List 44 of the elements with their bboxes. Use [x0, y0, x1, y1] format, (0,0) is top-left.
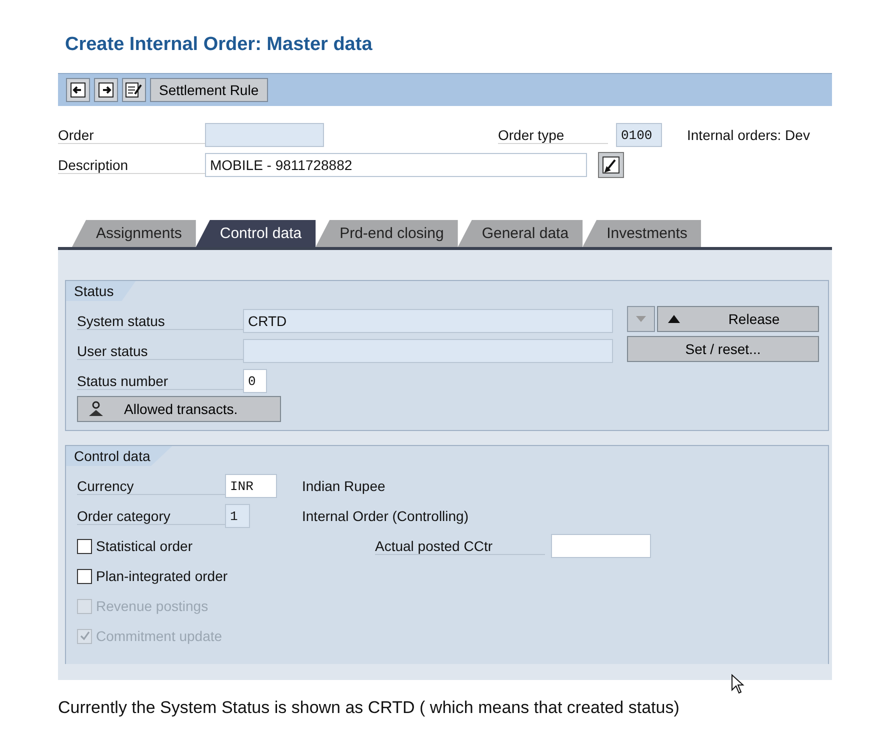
order-field[interactable]	[205, 123, 324, 147]
group-title: Status	[66, 281, 136, 301]
group-title: Control data	[66, 446, 172, 466]
next-document-icon[interactable]	[94, 78, 118, 102]
allowed-transactions-button[interactable]: Allowed transacts.	[77, 396, 281, 422]
description-field[interactable]: MOBILE - 9811728882	[205, 153, 587, 177]
person-icon	[88, 401, 104, 417]
system-status-field[interactable]: CRTD	[243, 309, 613, 333]
field-label: User status	[77, 342, 243, 360]
field-label: Status number	[77, 372, 243, 390]
checkbox[interactable]	[77, 568, 92, 584]
order-category-field[interactable]: 1	[225, 504, 250, 528]
settlement-rule-button[interactable]: Settlement Rule	[150, 78, 268, 102]
checkbox[interactable]	[77, 538, 92, 554]
order-type-field[interactable]: 0100	[616, 123, 662, 147]
edit-text-icon[interactable]	[598, 152, 624, 178]
field-label: System status	[77, 312, 243, 330]
caret-icon	[636, 316, 646, 322]
actual-posted-cctr-field[interactable]	[551, 534, 651, 558]
tab[interactable]: Assignments	[72, 220, 196, 247]
order-type-text: Internal orders: Dev	[687, 127, 810, 143]
release-button[interactable]: Release	[657, 306, 819, 332]
edit-document-icon[interactable]	[122, 78, 146, 102]
user-status-field[interactable]	[243, 339, 613, 363]
currency-field[interactable]: INR	[225, 474, 277, 498]
tab[interactable]: General data	[458, 220, 583, 247]
screen-title: Create Internal Order: Master data	[64, 34, 374, 57]
checkbox-label: Commitment update	[96, 628, 222, 644]
field-label: Order type	[498, 126, 608, 144]
mouse-pointer-icon	[731, 674, 745, 694]
checkbox-label: Statistical order	[96, 538, 192, 554]
set-reset-button[interactable]: Set / reset...	[627, 336, 819, 362]
field-label: Actual posted CCtr	[375, 538, 545, 554]
checkbox-label: Revenue postings	[96, 598, 208, 614]
tab[interactable]: Investments	[582, 220, 702, 247]
previous-document-icon[interactable]	[66, 78, 90, 102]
up-triangle-icon	[668, 315, 680, 323]
checkbox-label: Plan-integrated order	[96, 568, 228, 584]
caption: Currently the System Status is shown as CRTD ( which means that created status)	[58, 698, 680, 718]
status-number-field[interactable]: 0	[243, 369, 267, 393]
tab[interactable]: Prd-end closing	[316, 220, 458, 247]
order-category-text: Internal Order (Controlling)	[302, 508, 469, 524]
currency-text: Indian Rupee	[302, 478, 386, 494]
tab[interactable]: Control data	[196, 220, 316, 247]
